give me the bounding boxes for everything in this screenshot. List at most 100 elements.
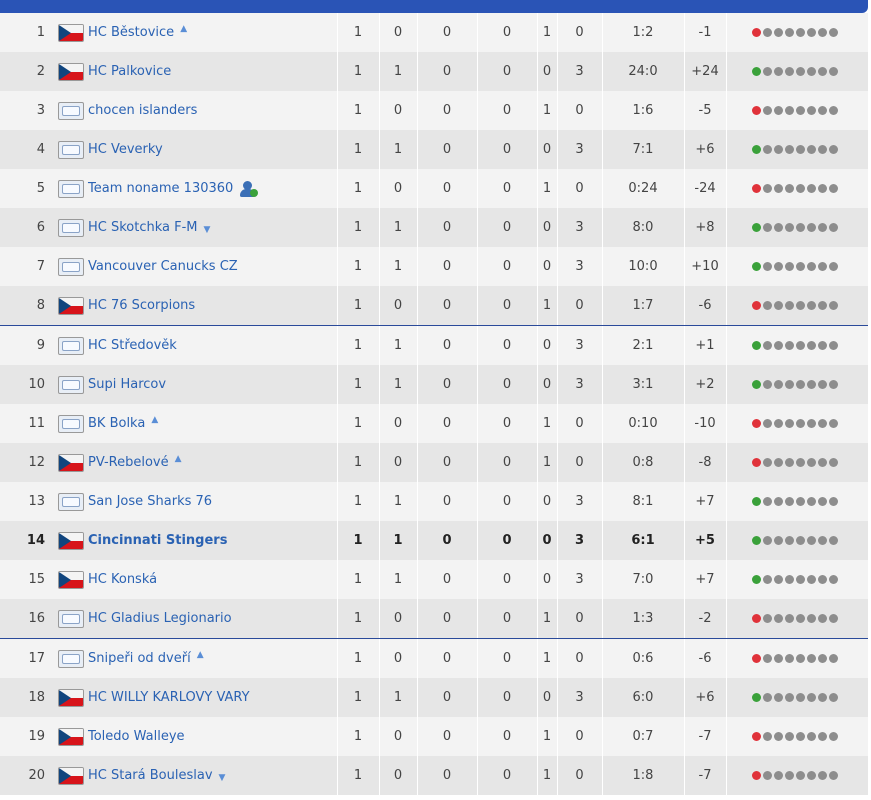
team-link[interactable]: Team noname 130360 [88, 169, 323, 208]
position-up-icon: ▲ [151, 414, 159, 425]
ot-wins-cell: 0 [442, 690, 452, 705]
losses-cell: 1 [542, 298, 552, 313]
team-link[interactable]: Snipeři od dveří ▲ [88, 639, 323, 678]
win-dot-icon [752, 67, 761, 76]
points-cell: 3 [574, 533, 585, 548]
team-name[interactable]: Team noname 130360 [88, 181, 233, 196]
empty-dot-icon [796, 458, 805, 467]
loss-dot-icon [752, 184, 761, 193]
empty-dot-icon [785, 575, 794, 584]
team-link[interactable]: HC WILLY KARLOVY VARY [88, 678, 323, 717]
form-indicator [726, 130, 868, 169]
ot-wins-cell: 0 [442, 729, 452, 744]
empty-dot-icon [763, 771, 772, 780]
team-name[interactable]: chocen islanders [88, 103, 197, 118]
team-name[interactable]: Cincinnati Stingers [88, 533, 227, 548]
team-name[interactable]: HC Gladius Legionario [88, 611, 232, 626]
empty-dot-icon [774, 732, 783, 741]
wins-cell: 1 [393, 533, 403, 548]
form-indicator [726, 404, 868, 443]
goal-diff-cell: -7 [698, 768, 712, 783]
empty-dot-icon [796, 106, 805, 115]
team-name[interactable]: HC 76 Scorpions [88, 298, 195, 313]
ot-losses-cell: 0 [502, 416, 512, 431]
empty-dot-icon [796, 575, 805, 584]
points-cell: 0 [575, 729, 584, 744]
team-name[interactable]: HC Veverky [88, 142, 163, 157]
empty-dot-icon [796, 536, 805, 545]
team-link[interactable]: PV-Rebelové ▲ [88, 443, 323, 482]
win-dot-icon [752, 575, 761, 584]
team-link[interactable]: HC Běstovice ▲ [88, 13, 323, 52]
czech-flag-icon [58, 521, 84, 560]
empty-dot-icon [807, 771, 816, 780]
position-up-icon: ▲ [174, 453, 182, 464]
team-link[interactable]: Vancouver Canucks CZ [88, 247, 323, 286]
team-name[interactable]: Toledo Walleye [88, 729, 185, 744]
games-played-cell: 1 [353, 690, 363, 705]
team-name[interactable]: HC Konská [88, 572, 157, 587]
empty-dot-icon [807, 145, 816, 154]
form-indicator [726, 365, 868, 404]
position-up-icon: ▲ [196, 649, 204, 660]
points-cell: 0 [575, 611, 584, 626]
czech-flag-icon [58, 52, 84, 91]
table-row: 19 Toledo Walleye 1 0 0 0 1 0 0:7 -7 [0, 717, 868, 756]
empty-dot-icon [774, 301, 783, 310]
team-link[interactable]: HC Stará Bouleslav ▼ [88, 756, 323, 795]
team-link[interactable]: HC Palkovice [88, 52, 323, 91]
team-link[interactable]: Toledo Walleye [88, 717, 323, 756]
empty-dot-icon [807, 67, 816, 76]
rank-cell: 11 [28, 416, 45, 431]
empty-dot-icon [818, 771, 827, 780]
team-name[interactable]: PV-Rebelové [88, 455, 169, 470]
team-link[interactable]: San Jose Sharks 76 [88, 482, 323, 521]
team-name[interactable]: HC WILLY KARLOVY VARY [88, 690, 250, 705]
team-name[interactable]: Vancouver Canucks CZ [88, 259, 238, 274]
team-name[interactable]: HC Palkovice [88, 64, 171, 79]
empty-dot-icon [774, 614, 783, 623]
table-row: 17 Snipeři od dveří ▲ 1 0 0 0 1 0 0:6 -6 [0, 638, 868, 678]
losses-cell: 0 [542, 572, 552, 587]
ot-losses-cell: 0 [502, 768, 512, 783]
empty-dot-icon [763, 28, 772, 37]
team-name[interactable]: HC Skotchka F-M [88, 220, 198, 235]
form-indicator [726, 639, 868, 678]
team-link[interactable]: HC 76 Scorpions [88, 286, 323, 325]
team-link[interactable]: HC Konská [88, 560, 323, 599]
team-name[interactable]: Supi Harcov [88, 377, 166, 392]
goal-diff-cell: -8 [698, 455, 712, 470]
team-name[interactable]: HC Stará Bouleslav [88, 768, 213, 783]
team-name[interactable]: San Jose Sharks 76 [88, 494, 212, 509]
team-name[interactable]: Snipeři od dveří [88, 651, 191, 666]
team-link[interactable]: HC Gladius Legionario [88, 599, 323, 638]
team-link[interactable]: chocen islanders [88, 91, 323, 130]
team-link[interactable]: Supi Harcov [88, 365, 323, 404]
empty-dot-icon [829, 67, 838, 76]
team-link[interactable]: BK Bolka ▲ [88, 404, 323, 443]
team-name[interactable]: HC Středověk [88, 338, 177, 353]
rank-cell: 3 [36, 103, 45, 118]
team-link[interactable]: Cincinnati Stingers [88, 521, 323, 560]
wins-cell: 1 [393, 338, 403, 353]
table-row: 7 Vancouver Canucks CZ 1 1 0 0 0 3 10:0 +10 [0, 247, 868, 286]
team-link[interactable]: HC Veverky [88, 130, 323, 169]
empty-dot-icon [818, 341, 827, 350]
ot-losses-cell: 0 [502, 494, 512, 509]
team-name[interactable]: HC Běstovice [88, 25, 174, 40]
team-name[interactable]: BK Bolka [88, 416, 145, 431]
ot-wins-cell: 0 [442, 338, 452, 353]
games-played-cell: 1 [353, 533, 363, 548]
empty-dot-icon [774, 106, 783, 115]
empty-dot-icon [785, 536, 794, 545]
team-link[interactable]: HC Středověk [88, 326, 323, 365]
score-cell: 8:1 [632, 494, 654, 509]
win-dot-icon [752, 223, 761, 232]
team-link[interactable]: HC Skotchka F-M ▼ [88, 208, 323, 247]
form-indicator [726, 599, 868, 638]
ot-wins-cell: 0 [442, 181, 452, 196]
wins-cell: 0 [393, 103, 403, 118]
rank-cell: 7 [36, 259, 45, 274]
form-indicator [726, 756, 868, 795]
empty-dot-icon [785, 67, 794, 76]
